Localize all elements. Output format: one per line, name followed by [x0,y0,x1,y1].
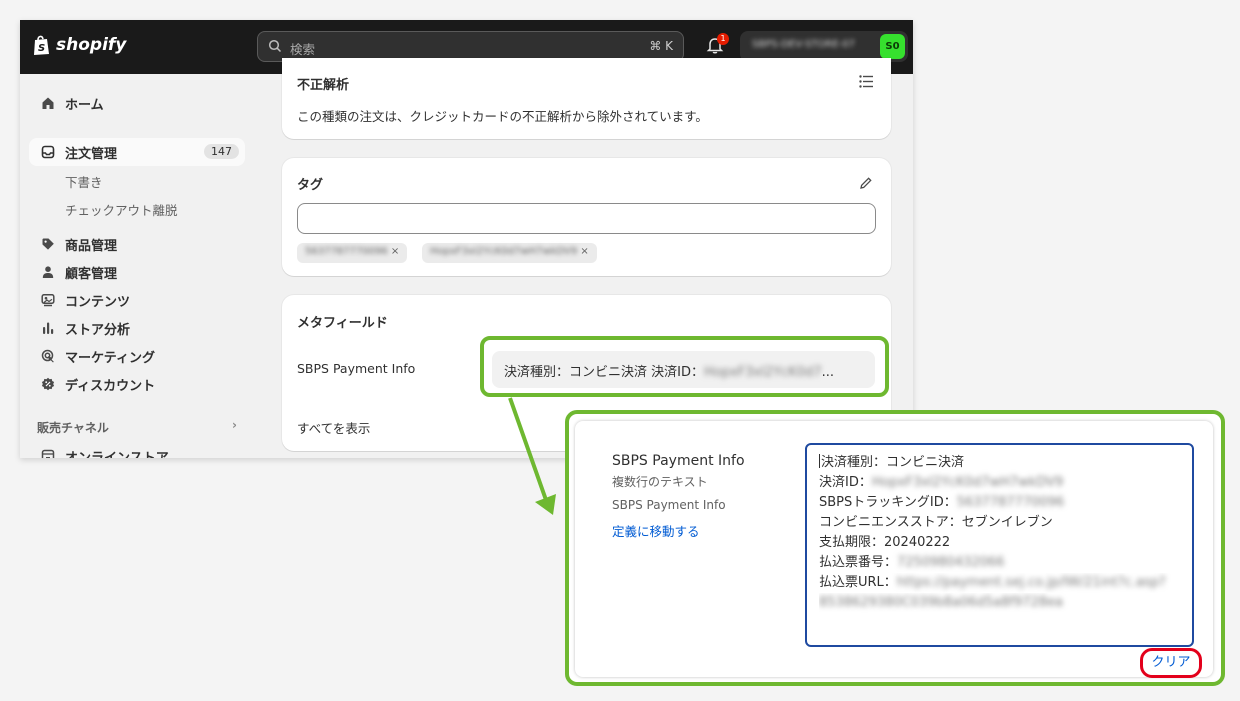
metafield-type: 複数行のテキスト [612,475,708,489]
textarea-line: 払込票URL：https://payment.sej.co.jp/IW/21in… [819,575,1166,590]
textarea-line: 8538629380C039b8a06d5a8f9728ea [819,595,1064,610]
textarea-line: 支払期限：20240222 [819,535,951,550]
textarea-line: 払込票番号：7250980432066 [819,555,1005,570]
metafield-editor: SBPS Payment Info 複数行のテキスト SBPS Payment … [575,421,1213,678]
textarea-line: 決済種別：コンビニ決済 [819,454,965,470]
textarea-line: 決済ID：HopxF3xI2YcK0d7wH7wkDV9 [819,475,1064,490]
metafield-detail-panel: SBPS Payment Info 複数行のテキスト SBPS Payment … [565,410,1225,686]
metafield-title: SBPS Payment Info [612,453,745,469]
metafield-namespace: SBPS Payment Info [612,498,726,512]
go-to-definition-link[interactable]: 定義に移動する [612,521,700,540]
clear-button[interactable]: クリア [1140,648,1202,678]
textarea-line: SBPSトラッキングID：5637787770096 [819,495,1065,510]
textarea-line: コンビニエンスストア：セブンイレブン [819,515,1053,530]
metafield-textarea[interactable]: 決済種別：コンビニ決済 決済ID：HopxF3xI2YcK0d7wH7wkDV9… [805,443,1194,647]
text-cursor [819,454,820,468]
